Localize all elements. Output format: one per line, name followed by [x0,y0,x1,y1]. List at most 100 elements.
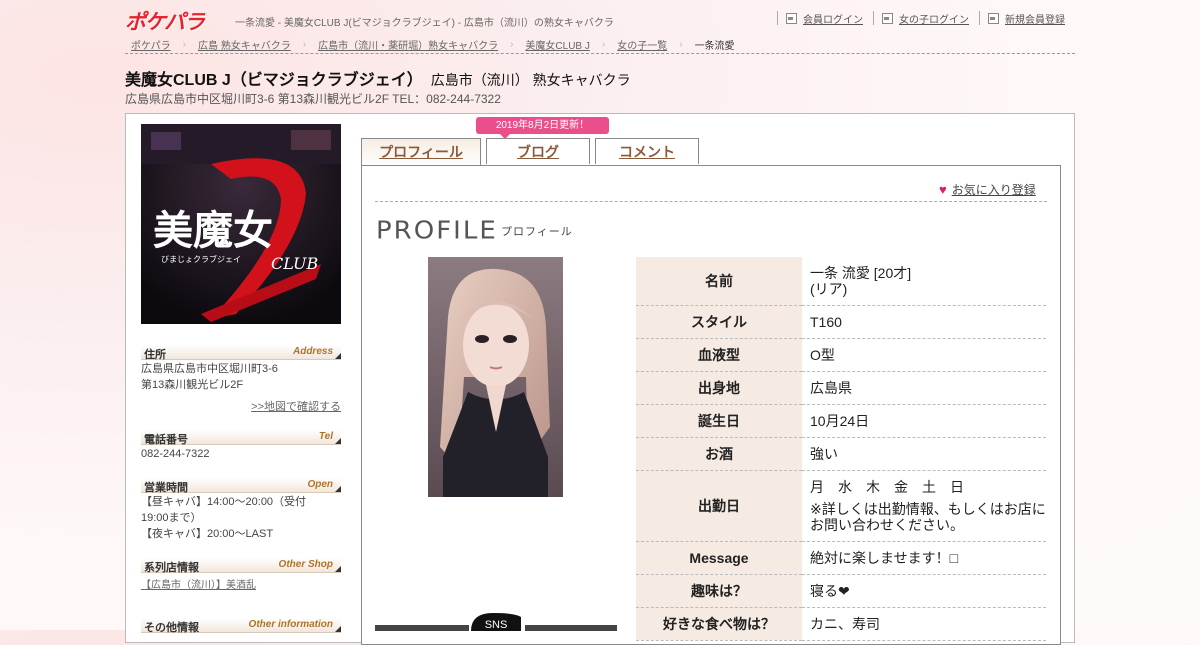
divider [375,201,1047,202]
shop-logo-subtext: びまじょクラブジェイ [161,254,241,264]
chevron-right-icon: › [601,38,606,50]
other-shop-link[interactable]: 【広島市（流川）】美酒乱 [141,576,256,591]
table-row: スタイル T160 [636,305,1046,339]
sns-label: SNS [485,619,508,631]
favorite-button[interactable]: ♥ お気に入り登録 [939,181,1036,198]
row-value: 一条 流愛 [20才] (リア) [802,257,1046,306]
shop-category: 広島市（流川） 熟女キャバクラ [430,72,631,88]
login-icon [988,12,999,24]
row-value: 寝る❤ [802,574,1046,608]
hours-line2: 19:00まで） [141,512,202,524]
register-link[interactable]: 新規会員登録 [979,11,1075,26]
table-row: お酒 強い [636,437,1046,471]
table-row: 名前 一条 流愛 [20才] (リア) [636,257,1046,306]
table-row: 好きな食べ物は？ カニ、寿司 [636,607,1046,641]
page-title: 美魔女CLUB J（ビマジョクラブジェイ） 広島市（流川） 熟女キャバクラ [125,66,631,90]
other-info-heading: その他情報 Other information [141,618,341,634]
row-value: T160 [802,305,1046,339]
heart-icon: ♥ [939,182,947,197]
shop-name: 美魔女CLUB J（ビマジョクラブジェイ） [125,72,423,89]
table-row: Message 絶対に楽しませます！□ [636,541,1046,575]
shop-logo-image[interactable]: 美魔女 びまじょクラブジェイ CLUB [141,124,341,324]
tab-blog[interactable]: ブログ [486,138,590,164]
row-value: 強い [802,437,1046,471]
other-info-label: その他情報 [144,622,199,634]
hours-label-en: Open [307,479,333,490]
name-reading: (リア) [810,280,848,297]
site-logo[interactable]: ポケパラ [125,6,205,36]
row-value: カニ、寿司 [802,607,1046,641]
chevron-right-icon: › [679,38,683,50]
table-row: 血液型 O型 [636,338,1046,372]
breadcrumb: ポケパラ › 広島 熟女キャバクラ › 広島市（流川・薬研堀）熟女キャバクラ › 美魔… [125,35,1075,54]
tab-profile[interactable]: プロフィール [361,138,481,167]
site-header: ポケパラ 一条流愛 - 美魔女CLUB J(ビマジョクラブジェイ) - 広島市（… [125,6,1075,34]
hours-line1: 【昼キャバ】14:00～20:00（受付 [141,496,307,508]
row-key: 誕生日 [636,404,802,438]
row-value: 10月24日 [802,404,1046,438]
chevron-right-icon: › [510,38,514,50]
row-key: 趣味は？ [636,574,802,608]
table-row: 出身地 広島県 [636,371,1046,405]
workdays-note: ※詳しくは出勤情報、もしくはお店にお問い合わせください。 [810,500,1046,533]
row-key: 好きな食べ物は？ [636,607,802,641]
row-value: 月 水 木 金 土 日 ※詳しくは出勤情報、もしくはお店にお問い合わせください。 [802,470,1046,542]
shop-logo-text: 美魔女 [153,207,273,254]
login-icon [786,12,797,24]
other-info-label-en: Other information [248,619,333,630]
tel-value: 082-244-7322 [141,448,210,460]
tel-heading: 電話番号 Tel [141,430,341,446]
hours-heading: 営業時間 Open [141,478,341,494]
address-text: 広島県広島市中区堀川町3-6 第13森川観光ビル2F [141,361,341,393]
row-key: 出身地 [636,371,802,405]
row-key: 出勤日 [636,470,802,542]
other-shop-heading: 系列店情報 Other Shop [141,558,341,574]
update-badge: 2019年8月2日更新！ [476,117,609,139]
favorite-label: お気に入り登録 [951,183,1036,197]
other-shop-label-en: Other Shop [278,559,333,570]
chevron-right-icon: › [302,38,307,50]
breadcrumb-home[interactable]: ポケパラ [125,37,177,52]
map-link[interactable]: >>地図で確認する [251,398,341,414]
girl-photo[interactable] [428,257,563,497]
shop-logo-club: CLUB [271,254,318,273]
member-login-link[interactable]: 会員ログイン [777,11,873,26]
breadcrumb-girls[interactable]: 女の子一覧 [611,37,673,52]
breadcrumb-shop[interactable]: 美魔女CLUB J [519,37,595,52]
profile-subheading: プロフィール [501,226,573,238]
address-line2: 第13森川観光ビル2F [141,379,244,391]
workdays-value: 月 水 木 金 土 日 [810,478,964,495]
row-key: 名前 [636,257,802,306]
table-row: 誕生日 10月24日 [636,404,1046,438]
tel-label: 電話番号 [144,434,188,446]
tel-label-en: Tel [318,431,333,442]
address-line1: 広島県広島市中区堀川町3-6 [141,363,278,375]
profile-heading: PROFILE [376,216,498,246]
row-value: 広島県 [802,371,1046,405]
sns-bar: SNS [375,611,617,631]
breadcrumb-district[interactable]: 広島市（流川・薬研堀）熟女キャバクラ [312,37,504,52]
other-shop-label: 系列店情報 [144,562,199,574]
header-links: 会員ログイン 女の子ログイン 新規会員登録 [777,11,1075,26]
row-key: お酒 [636,437,802,471]
girl-login-label: 女の子ログイン [899,14,969,26]
profile-table: 名前 一条 流愛 [20才] (リア) スタイル T160 血液型 O型 出身地 広島県 … [636,257,1046,641]
login-icon [882,12,893,24]
address-heading: 住所 Address [141,345,341,361]
hours-line3: 【夜キャバ】20:00～LAST [141,528,274,540]
register-label: 新規会員登録 [1005,14,1065,26]
address-label-en: Address [292,346,333,357]
hours-label: 営業時間 [144,482,188,494]
girl-login-link[interactable]: 女の子ログイン [873,11,979,26]
breadcrumb-area[interactable]: 広島 熟女キャバクラ [192,37,297,52]
hours-text: 【昼キャバ】14:00～20:00（受付 19:00まで） 【夜キャバ】20:00～… [141,494,341,542]
row-key: スタイル [636,305,802,339]
member-login-label: 会員ログイン [803,14,863,26]
tab-comment[interactable]: コメント [595,138,699,164]
address-label: 住所 [144,349,166,361]
chevron-right-icon: › [182,38,186,50]
row-value: O型 [802,338,1046,372]
site-tagline: 一条流愛 - 美魔女CLUB J(ビマジョクラブジェイ) - 広島市（流川）の熟… [235,18,614,29]
breadcrumb-current: 一条流愛 [694,40,735,52]
shop-address-line: 広島県広島市中区堀川町3-6 第13森川観光ビル2F TEL：082-244-7… [125,92,501,106]
